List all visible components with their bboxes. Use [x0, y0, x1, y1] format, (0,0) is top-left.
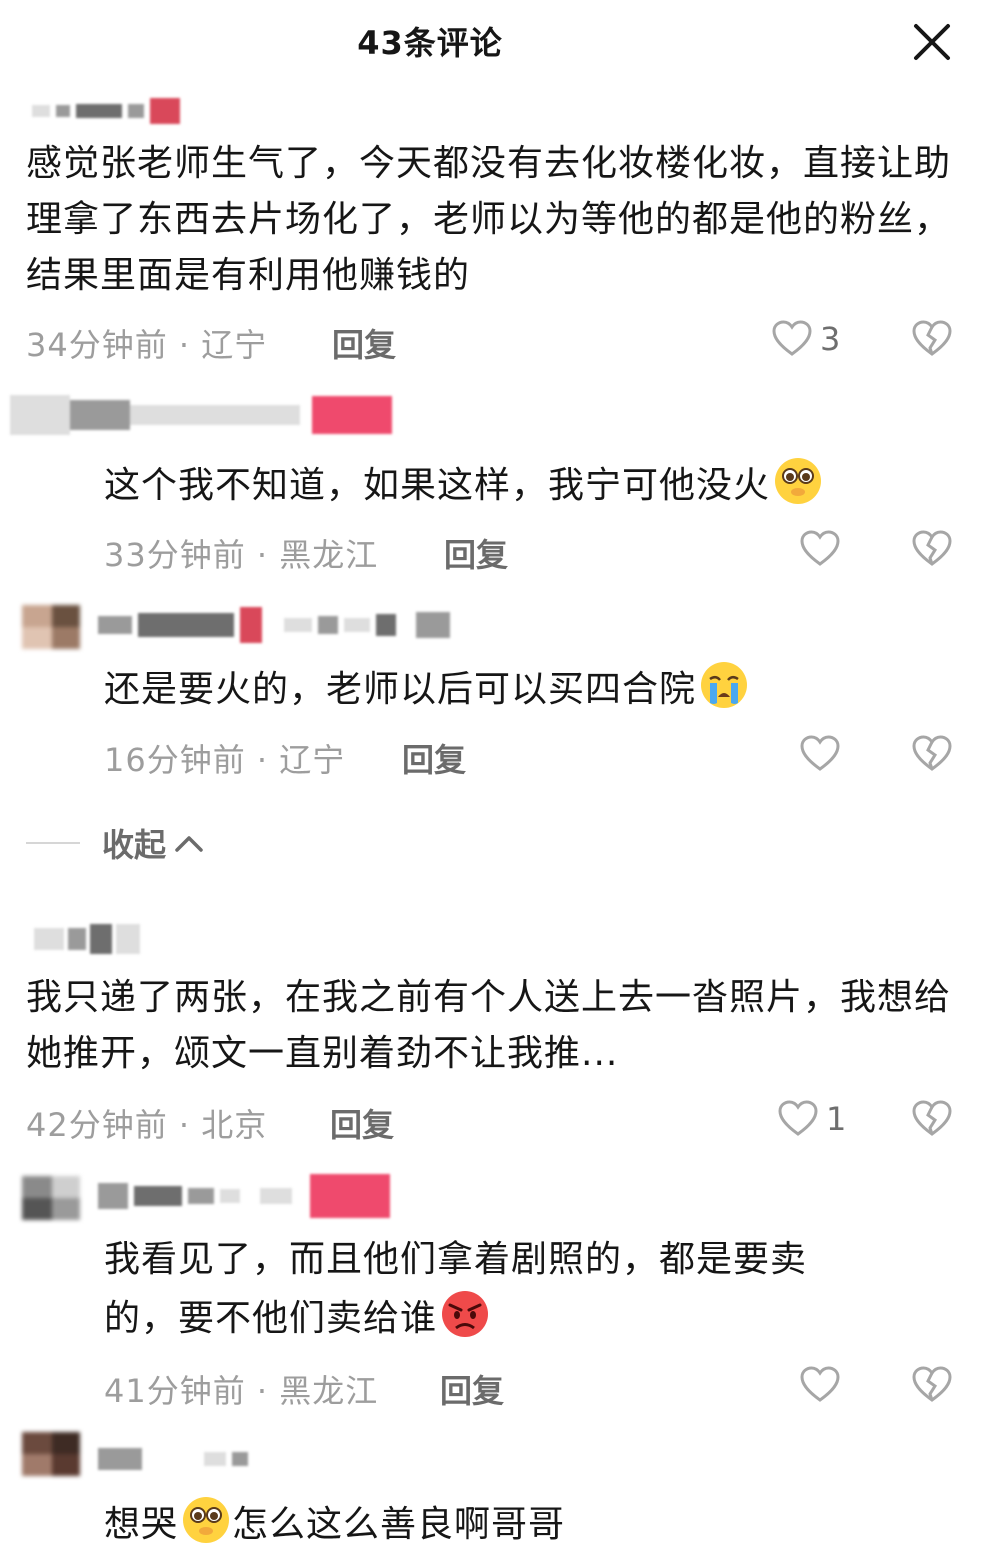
- comment-time-location: 16分钟前 · 辽宁: [104, 741, 346, 779]
- comments-count-title: 43条评论: [357, 24, 503, 62]
- dislike-button[interactable]: [912, 1100, 952, 1142]
- reply-button[interactable]: 回复: [440, 1366, 504, 1412]
- broken-heart-icon: [912, 1366, 952, 1402]
- comment-text: 我只递了两张，在我之前有个人送上去一沓照片，我想给她推开，颂文一直别着劲不让我推…: [26, 977, 952, 1074]
- comment-text: 这个我不知道，如果这样，我宁可他没火: [104, 455, 964, 514]
- comment-text-line: 的，要不他们卖给谁: [104, 1288, 964, 1347]
- dislike-button[interactable]: [912, 530, 952, 572]
- reply-button[interactable]: 回复: [444, 530, 508, 576]
- close-button[interactable]: [908, 18, 956, 66]
- reply-item: 还是要火的，老师以后可以买四合院 16分钟前 · 辽宁 回复: [0, 595, 1000, 795]
- reply-item: 我看见了，而且他们拿着剧照的，都是要卖 的，要不他们卖给谁 41分钟前 · 黑龙…: [0, 1170, 1000, 1420]
- avatar: [22, 605, 80, 649]
- comment-text: 我看见了，而且他们拿着剧照的，都是要卖 的，要不他们卖给谁: [104, 1232, 964, 1347]
- avatar: [22, 1176, 80, 1220]
- divider: [26, 842, 80, 844]
- avatar: [22, 1432, 80, 1476]
- broken-heart-icon: [912, 1100, 952, 1136]
- heart-icon: [772, 320, 812, 356]
- collapse-replies-button[interactable]: 收起: [26, 820, 206, 866]
- heart-icon: [778, 1100, 818, 1136]
- username-redacted: [10, 395, 392, 435]
- reply-button[interactable]: 回复: [402, 735, 466, 781]
- heart-icon: [800, 530, 840, 566]
- reply-button[interactable]: 回复: [330, 1100, 394, 1146]
- pleading-face-emoji: [775, 458, 822, 504]
- comment-time-location: 41分钟前 · 黑龙江: [104, 1372, 379, 1410]
- dislike-button[interactable]: [912, 320, 952, 362]
- like-count: 1: [826, 1100, 847, 1138]
- like-button[interactable]: [800, 530, 840, 568]
- like-count: 3: [820, 320, 841, 358]
- like-button[interactable]: [800, 1366, 840, 1404]
- comment-text: 还是要火的，老师以后可以买四合院: [104, 659, 964, 718]
- broken-heart-icon: [912, 735, 952, 771]
- heart-icon: [800, 1366, 840, 1402]
- comment-text: 想哭 怎么这么善良啊哥哥: [104, 1494, 964, 1550]
- collapse-label: 收起: [102, 826, 167, 864]
- username-redacted: [34, 924, 140, 954]
- like-button[interactable]: [800, 735, 840, 773]
- broken-heart-icon: [912, 320, 952, 356]
- dislike-button[interactable]: [912, 1366, 952, 1408]
- chevron-up-icon: [175, 836, 203, 852]
- reply-item: 这个我不知道，如果这样，我宁可他没火 33分钟前 · 黑龙江 回复: [0, 385, 1000, 585]
- reply-button[interactable]: 回复: [332, 320, 396, 366]
- comment-text: 感觉张老师生气了，今天都没有去化妆楼化妆，直接让助理拿了东西去片场化了，老师以为…: [26, 143, 952, 296]
- comment-text-line: 我看见了，而且他们拿着剧照的，都是要卖: [104, 1239, 808, 1280]
- comments-header: 43条评论: [0, 0, 1000, 80]
- comment-time-location: 33分钟前 · 黑龙江: [104, 536, 379, 574]
- username-redacted: [98, 607, 450, 643]
- pleading-face-emoji: [183, 1497, 230, 1543]
- like-button[interactable]: 1: [778, 1100, 846, 1138]
- comment-item: 我只递了两张，在我之前有个人送上去一沓照片，我想给她推开，颂文一直别着劲不让我推…: [0, 910, 1000, 1160]
- crying-face-emoji: [701, 662, 748, 708]
- dislike-button[interactable]: [912, 735, 952, 777]
- username-redacted: [32, 98, 180, 124]
- comment-time-location: 34分钟前 · 辽宁: [26, 326, 268, 364]
- close-icon: [914, 24, 950, 60]
- username-redacted: [98, 1448, 248, 1470]
- comment-time-location: 42分钟前 · 北京: [26, 1106, 268, 1144]
- broken-heart-icon: [912, 530, 952, 566]
- comment-item: 感觉张老师生气了，今天都没有去化妆楼化妆，直接让助理拿了东西去片场化了，老师以为…: [0, 80, 1000, 380]
- heart-icon: [800, 735, 840, 771]
- angry-face-emoji: [442, 1291, 489, 1337]
- like-button[interactable]: 3: [772, 320, 840, 358]
- reply-item: 想哭 怎么这么善良啊哥哥: [0, 1428, 1000, 1550]
- username-redacted: [98, 1174, 390, 1218]
